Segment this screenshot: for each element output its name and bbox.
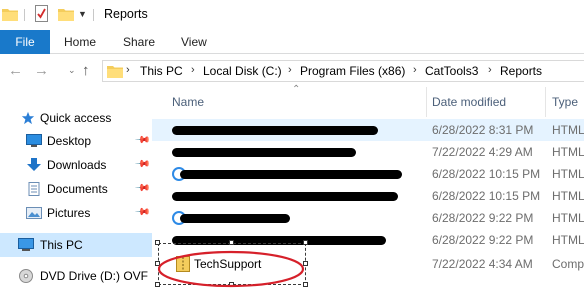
computer-icon: [18, 238, 34, 251]
downloads-icon: [27, 158, 41, 171]
folder-icon[interactable]: [2, 7, 18, 21]
folder-icon: [107, 66, 123, 78]
resize-handle[interactable]: [303, 240, 308, 245]
back-arrow-icon[interactable]: ←: [8, 63, 23, 78]
file-type: HTML: [552, 189, 584, 203]
column-header-row: ⌃ Name Date modified Type: [152, 84, 584, 117]
documents-icon: [28, 182, 40, 196]
recent-locations-icon[interactable]: ⌄: [68, 65, 76, 76]
chevron-right-icon[interactable]: ›: [288, 64, 292, 76]
file-list: ⌃ Name Date modified Type 6/28/2022 8:31…: [152, 84, 584, 293]
sidebar-item-pictures[interactable]: Pictures 📌: [0, 202, 152, 224]
sidebar-item-label: This PC: [40, 238, 83, 252]
sidebar-item-quick-access[interactable]: Quick access: [0, 107, 152, 129]
file-date: 6/28/2022 10:15 PM: [432, 189, 541, 203]
redaction-mark: [172, 192, 398, 201]
file-row[interactable]: 7/22/2022 4:29 AM HTML: [152, 141, 584, 163]
sidebar-item-label: Quick access: [40, 111, 112, 125]
toolbar-separator: [24, 9, 25, 21]
file-date: 7/22/2022 4:29 AM: [432, 145, 533, 159]
file-row[interactable]: 6/28/2022 9:22 PM HTML: [152, 207, 584, 229]
breadcrumb-local-disk[interactable]: Local Disk (C:): [203, 64, 282, 78]
sidebar-item-label: DVD Drive (D:) OVF El: [40, 269, 163, 283]
sidebar-item-label: Pictures: [47, 206, 91, 220]
sidebar-item-label: Desktop: [47, 134, 92, 148]
file-row[interactable]: 6/28/2022 8:31 PM HTML: [152, 119, 584, 141]
chevron-right-icon[interactable]: ›: [191, 64, 195, 76]
file-type: HTML: [552, 123, 584, 137]
desktop-icon: [26, 134, 42, 147]
address-bar[interactable]: › This PC › Local Disk (C:) › Program Fi…: [102, 60, 584, 82]
column-divider[interactable]: [426, 87, 427, 117]
tab-view[interactable]: View: [181, 30, 207, 54]
file-date: 6/28/2022 8:31 PM: [432, 123, 534, 137]
redaction-mark: [172, 148, 356, 157]
sidebar-item-label: Downloads: [47, 158, 107, 172]
sidebar-item-documents[interactable]: Documents 📌: [0, 178, 152, 200]
file-date: 6/28/2022 10:15 PM: [432, 167, 541, 181]
dvd-drive-icon: [19, 269, 33, 283]
customize-toolbar-icon[interactable]: ▼: [78, 9, 87, 19]
file-row[interactable]: TechSupport 7/22/2022 4:34 AM Comp: [152, 240, 584, 288]
window-title: Reports: [104, 7, 148, 21]
resize-handle[interactable]: [155, 240, 160, 245]
file-type: HTML: [552, 211, 584, 225]
file-type: HTML: [552, 167, 584, 181]
pictures-icon: [26, 207, 42, 219]
ribbon: File Home Share View: [0, 30, 584, 54]
column-header-date[interactable]: Date modified: [432, 95, 506, 109]
chevron-right-icon[interactable]: ›: [413, 64, 417, 76]
sidebar-item-downloads[interactable]: Downloads 📌: [0, 154, 152, 176]
file-row[interactable]: 6/28/2022 10:15 PM HTML: [152, 185, 584, 207]
sidebar-item-label: Documents: [47, 182, 108, 196]
file-date: 6/28/2022 9:22 PM: [432, 211, 534, 225]
resize-handle[interactable]: [229, 240, 234, 245]
sort-ascending-icon: ⌃: [292, 84, 301, 95]
redaction-mark: [180, 214, 290, 223]
breadcrumb-this-pc[interactable]: This PC: [140, 64, 183, 78]
tab-home[interactable]: Home: [64, 30, 96, 54]
column-header-name[interactable]: Name: [172, 95, 204, 109]
toolbar-separator: [93, 9, 94, 21]
up-arrow-icon[interactable]: ↑: [82, 62, 90, 79]
navigation-pane: Quick access Desktop 📌 Downloads 📌 Docum…: [0, 87, 162, 293]
pin-icon[interactable]: 📌: [134, 180, 151, 197]
chevron-right-icon[interactable]: ›: [126, 64, 130, 76]
tab-share[interactable]: Share: [123, 30, 155, 54]
sidebar-item-desktop[interactable]: Desktop 📌: [0, 130, 152, 152]
sidebar-item-this-pc[interactable]: This PC: [0, 233, 152, 257]
navigation-bar: ← → ⌄ ↑ › This PC › Local Disk (C:) › Pr…: [0, 55, 584, 87]
redaction-mark: [172, 126, 378, 135]
breadcrumb-cattools3[interactable]: CatTools3: [425, 64, 478, 78]
title-bar: ▼ Reports: [0, 0, 584, 30]
pin-icon[interactable]: 📌: [134, 204, 151, 221]
chevron-right-icon[interactable]: ›: [488, 64, 492, 76]
tab-file[interactable]: File: [0, 30, 50, 54]
file-type: HTML: [552, 145, 584, 159]
breadcrumb-reports[interactable]: Reports: [500, 64, 542, 78]
pin-icon[interactable]: 📌: [134, 132, 151, 149]
column-header-type[interactable]: Type: [552, 95, 578, 109]
sidebar-item-dvd-drive[interactable]: DVD Drive (D:) OVF El: [0, 265, 162, 287]
breadcrumb-program-files[interactable]: Program Files (x86): [300, 64, 405, 78]
forward-arrow-icon[interactable]: →: [34, 63, 49, 78]
star-icon: [21, 111, 35, 125]
new-folder-icon[interactable]: [58, 7, 74, 21]
properties-icon[interactable]: [35, 5, 48, 22]
column-divider[interactable]: [545, 87, 546, 117]
file-row[interactable]: 6/28/2022 10:15 PM HTML: [152, 163, 584, 185]
pin-icon[interactable]: 📌: [134, 156, 151, 173]
annotation-circle: [157, 250, 305, 288]
file-date: 7/22/2022 4:34 AM: [432, 257, 533, 271]
file-type: Comp: [552, 257, 584, 271]
redaction-mark: [180, 170, 402, 179]
